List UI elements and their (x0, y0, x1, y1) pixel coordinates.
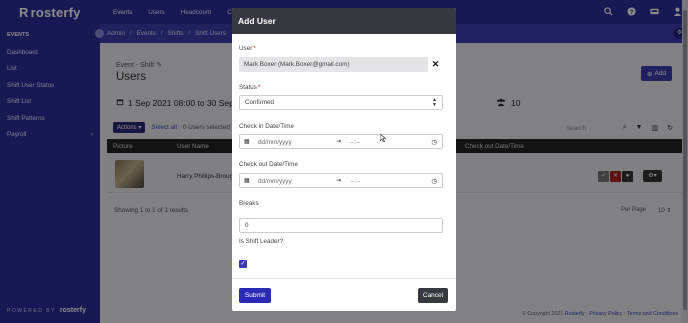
checkin-datetime-input[interactable]: ▦ dd/mm/yyyy ⇥ --:-- ◷ (239, 134, 443, 149)
breaks-input[interactable]: 0 (239, 218, 443, 233)
select-caret-icon: ▲ ▼ (432, 97, 437, 108)
datetime-separator-icon: ⇥ (336, 178, 342, 184)
status-label: Status* (239, 84, 261, 91)
user-select[interactable]: Mark Boxer (Mark.Boxer@gmail.com) (239, 57, 429, 72)
modal-title: Add User (232, 8, 456, 34)
checkin-label: Check in Date/Time (239, 123, 295, 130)
modal-divider (232, 278, 456, 279)
checkout-datetime-input[interactable]: ▦ dd/mm/yyyy ⇥ --:-- ◷ (239, 173, 443, 188)
mouse-cursor-icon (380, 134, 386, 142)
clock-icon[interactable]: ◷ (431, 177, 437, 185)
breaks-label: Breaks (239, 200, 259, 207)
submit-button[interactable]: Submit (239, 288, 271, 303)
checkout-label: Check out Date/Time (239, 161, 298, 168)
datetime-separator-icon: ⇥ (336, 139, 342, 145)
calendar-icon[interactable]: ▦ (244, 138, 250, 145)
required-marker: * (253, 45, 256, 52)
cancel-button[interactable]: Cancel (418, 288, 448, 303)
user-label: User* (239, 45, 256, 52)
calendar-icon[interactable]: ▦ (244, 177, 250, 184)
status-select[interactable]: Confirmed ▲ ▼ (239, 95, 443, 110)
required-marker: * (257, 84, 261, 91)
clock-icon[interactable]: ◷ (431, 138, 437, 146)
shift-leader-label: Is Shift Leader? (239, 238, 284, 245)
add-user-modal: Add User User* Mark Boxer (Mark.Boxer@gm… (232, 8, 456, 311)
clear-user-icon[interactable]: ✕ (428, 57, 443, 72)
shift-leader-checkbox[interactable]: ✓ (239, 260, 247, 268)
